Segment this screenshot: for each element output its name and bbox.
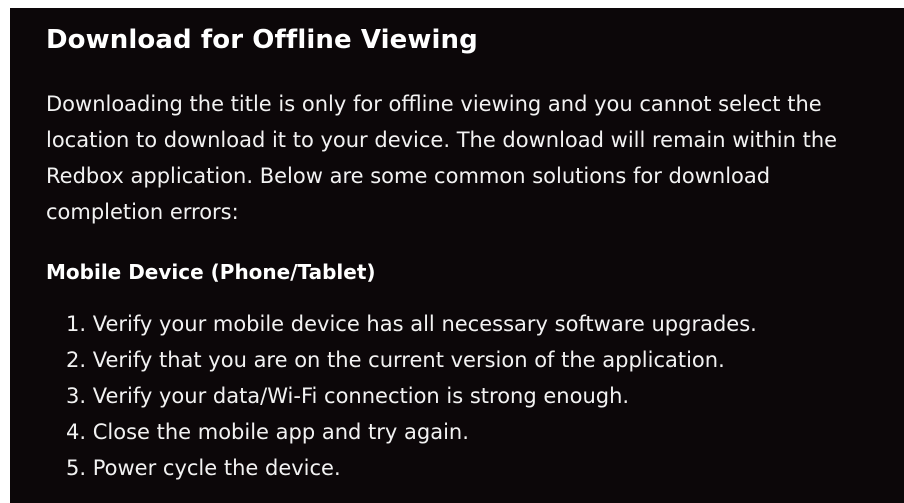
troubleshooting-steps-list: 1Verify your mobile device has all neces… [46,306,868,486]
section-heading-mobile-device: Mobile Device (Phone/Tablet) [46,260,376,284]
step-text: Close the mobile app and try again. [92,420,469,444]
article-title: Download for Offline Viewing [46,25,478,55]
list-item: 4Close the mobile app and try again. [66,414,868,450]
step-number: 4 [66,420,93,444]
step-number: 2 [66,348,93,372]
list-item: 5Power cycle the device. [66,450,868,486]
help-article-panel: Download for Offline Viewing Downloading… [10,8,904,503]
step-number: 5 [66,456,93,480]
step-text: Verify your data/Wi-Fi connection is str… [92,384,630,408]
article-paragraph: Downloading the title is only for offlin… [46,92,838,224]
step-number: 3 [66,384,93,408]
list-item: 1Verify your mobile device has all neces… [66,306,868,342]
step-text: Power cycle the device. [92,456,341,480]
step-text: Verify that you are on the current versi… [92,348,725,372]
list-item: 3Verify your data/Wi-Fi connection is st… [66,378,868,414]
list-item: 2Verify that you are on the current vers… [66,342,868,378]
step-number: 1 [66,312,93,336]
step-text: Verify your mobile device has all necess… [92,312,757,336]
